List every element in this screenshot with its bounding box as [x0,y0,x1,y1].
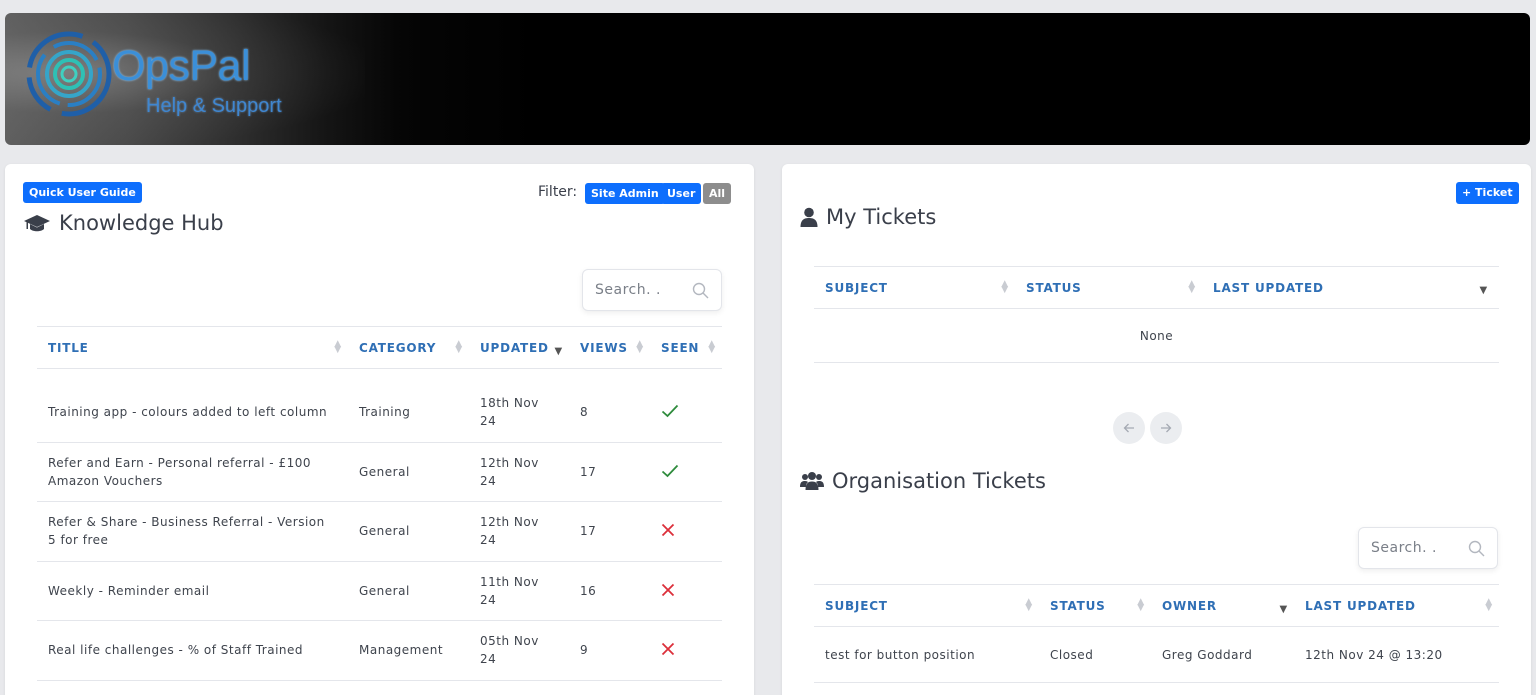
row-seen [650,620,722,681]
column-updated[interactable]: UPDATED ▼ [469,326,569,369]
row-status: Closed [1039,626,1151,683]
row-views: 17 [569,501,650,562]
tickets-card: + Ticket My Tickets SUBJECT ▲ ▼ STATUS ▲ ▼ L… [782,164,1531,695]
knowledge-search-box[interactable] [582,269,722,311]
knowledge-table-body: Training app - colours added to left col… [37,369,722,681]
column-owner[interactable]: OWNER ▼ [1151,584,1294,627]
table-row[interactable]: Weekly - Reminder email General 11th Nov… [37,561,722,621]
table-row[interactable]: Refer and Earn - Personal referral - £10… [37,442,722,502]
search-icon [692,282,709,299]
column-status[interactable]: STATUS ▲ ▼ [1039,584,1151,627]
users-icon [800,472,824,490]
row-views: 17 [569,442,650,502]
filter-site-admin-button[interactable]: Site Admin [585,183,665,204]
row-title[interactable]: Training app - colours added to left col… [37,382,348,443]
cross-icon [661,637,675,661]
quick-user-guide-button[interactable]: Quick User Guide [23,182,142,203]
row-title[interactable]: Real life challenges - % of Staff Traine… [37,620,348,681]
header-banner: OpsPal Help & Support [5,13,1530,145]
org-search-input[interactable] [1371,540,1466,556]
row-views: 9 [569,620,650,681]
org-search-box[interactable] [1358,527,1498,569]
table-row[interactable]: test for button position Closed Greg God… [814,626,1499,683]
cross-icon [661,518,675,542]
row-seen [650,442,722,502]
column-seen[interactable]: SEEN ▲ ▼ [650,326,722,369]
org-tickets-title: Organisation Tickets [800,469,1046,493]
column-last-updated[interactable]: LAST UPDATED ▲ ▼ [1294,584,1499,627]
org-tickets-table: SUBJECT ▲ ▼ STATUS ▲ ▼ OWNER ▼ LAST UPDATED ▲ ▼… [814,584,1499,683]
my-tickets-title: My Tickets [800,205,936,229]
row-title[interactable]: Refer and Earn - Personal referral - £10… [37,442,348,502]
add-ticket-button[interactable]: + Ticket [1456,182,1519,204]
search-icon [1468,540,1485,557]
check-icon [661,399,679,423]
table-row[interactable]: Refer & Share - Business Referral - Vers… [37,501,722,562]
row-updated: 11th Nov 24 [469,561,569,621]
concentric-rings-icon [26,31,112,117]
check-icon [661,459,679,483]
row-updated: 18th Nov 24 [469,382,569,443]
row-updated: 12th Nov 24 [469,501,569,562]
row-seen [650,382,722,443]
filter-user-button[interactable]: User [661,183,702,204]
table-row[interactable]: Training app - colours added to left col… [37,382,722,443]
user-icon [800,207,818,227]
my-tickets-table: SUBJECT ▲ ▼ STATUS ▲ ▼ LAST UPDATED ▼ None [814,266,1499,363]
row-category: General [348,561,469,621]
row-owner: Greg Goddard [1151,626,1294,683]
row-title[interactable]: Weekly - Reminder email [37,561,348,621]
knowledge-hub-title-text: Knowledge Hub [59,211,224,235]
knowledge-search-input[interactable] [595,282,690,298]
row-seen [650,501,722,562]
next-page-button[interactable] [1150,412,1182,444]
row-views: 8 [569,382,650,443]
row-updated: 05th Nov 24 [469,620,569,681]
row-category: General [348,501,469,562]
empty-row: None [814,308,1499,363]
org-tickets-header: SUBJECT ▲ ▼ STATUS ▲ ▼ OWNER ▼ LAST UPDATED ▲ ▼ [814,584,1499,627]
arrow-right-icon [1161,423,1172,433]
column-last-updated[interactable]: LAST UPDATED ▼ [1202,266,1499,309]
column-title[interactable]: TITLE ▲ ▼ [37,326,348,369]
knowledge-table-header: TITLE ▲ ▼ CATEGORY ▲ ▼ UPDATED ▼ VIEWS ▲ ▼ SEEN… [37,326,722,369]
column-status[interactable]: STATUS ▲ ▼ [1015,266,1202,309]
my-tickets-title-text: My Tickets [826,205,937,229]
column-views[interactable]: VIEWS ▲ ▼ [569,326,650,369]
my-tickets-header: SUBJECT ▲ ▼ STATUS ▲ ▼ LAST UPDATED ▼ [814,266,1499,309]
filter-all-button[interactable]: All [703,183,732,204]
filter-label: Filter: [538,184,578,200]
prev-page-button[interactable] [1113,412,1145,444]
knowledge-hub-card: Quick User Guide Filter: Site Admin User… [5,164,754,695]
row-subject[interactable]: test for button position [814,626,1039,683]
arrow-left-icon [1123,423,1134,433]
brand-subtitle: Help & Support [146,95,282,117]
brand-name: OpsPal [112,42,251,90]
graduation-cap-icon [24,215,50,232]
knowledge-table: TITLE ▲ ▼ CATEGORY ▲ ▼ UPDATED ▼ VIEWS ▲ ▼ SEEN… [37,326,722,681]
knowledge-hub-title: Knowledge Hub [23,211,224,235]
org-tickets-title-text: Organisation Tickets [832,469,1046,493]
column-subject[interactable]: SUBJECT ▲ ▼ [814,266,1015,309]
row-updated: 12th Nov 24 [469,442,569,502]
empty-text: None [814,308,1499,363]
column-category[interactable]: CATEGORY ▲ ▼ [348,326,469,369]
cross-icon [661,578,675,602]
row-views: 16 [569,561,650,621]
row-title[interactable]: Refer & Share - Business Referral - Vers… [37,501,348,562]
row-category: Training [348,382,469,443]
row-category: Management [348,620,469,681]
row-category: General [348,442,469,502]
table-row[interactable]: Real life challenges - % of Staff Traine… [37,620,722,681]
column-subject[interactable]: SUBJECT ▲ ▼ [814,584,1039,627]
row-last-updated: 12th Nov 24 @ 13:20 [1294,626,1499,683]
row-seen [650,561,722,621]
